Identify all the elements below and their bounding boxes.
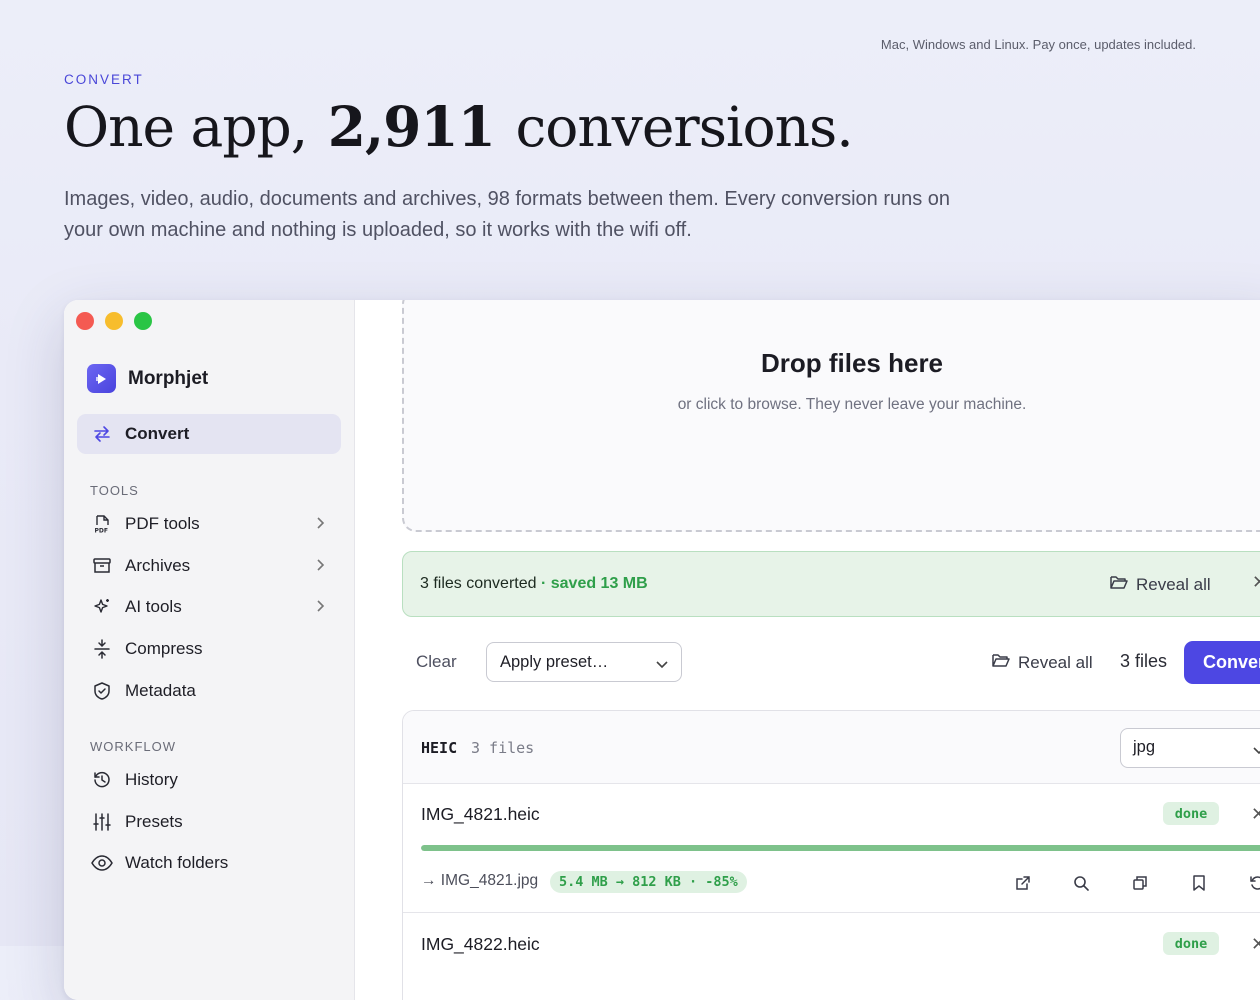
- target-format-select[interactable]: jpg: [1120, 728, 1260, 768]
- banner-message: 3 files converted · saved 13 MB: [420, 575, 648, 593]
- sidebar-item-label: Compress: [125, 639, 203, 658]
- preset-select-label: Apply preset…: [500, 653, 609, 671]
- copy-icon[interactable]: [1130, 873, 1150, 893]
- headline-prefix: One app,: [64, 95, 308, 159]
- bookmark-icon[interactable]: [1189, 873, 1209, 893]
- sidebar-item-archives[interactable]: Archives: [77, 546, 341, 586]
- file-count: 3 files: [1120, 651, 1168, 671]
- tools-section-header: TOOLS: [90, 483, 139, 498]
- main-panel: Drop files here or click to browse. They…: [355, 300, 1260, 1000]
- sidebar-item-metadata[interactable]: Metadata: [77, 671, 341, 711]
- file-name: IMG_4821.heic: [421, 804, 540, 824]
- sidebar-item-history[interactable]: History: [77, 760, 341, 800]
- drop-zone-subtitle: or click to browse. They never leave you…: [677, 396, 1027, 413]
- folder-open-icon: [1110, 574, 1128, 595]
- banner-reveal-label: Reveal all: [1136, 574, 1211, 594]
- close-window-button[interactable]: [76, 312, 94, 330]
- workflow-section-header: WORKFLOW: [90, 739, 176, 754]
- row-divider: [403, 912, 1260, 913]
- pdf-icon: PDF: [91, 513, 113, 535]
- page-headline: One app, 2,911 conversions.: [64, 94, 854, 159]
- sidebar-item-label: Watch folders: [125, 853, 229, 872]
- convert-button[interactable]: Convert: [1184, 641, 1260, 684]
- banner-count-text: 3 files converted: [420, 575, 537, 592]
- group-file-count: 3 files: [471, 739, 535, 757]
- morphjet-logo-icon: [87, 364, 116, 393]
- sidebar-item-presets[interactable]: Presets: [77, 802, 341, 842]
- sidebar-item-label: AI tools: [125, 597, 182, 616]
- sidebar: Morphjet Convert TOOLS PDF PDF tools Arc…: [64, 300, 355, 1000]
- brand-name: Morphjet: [128, 367, 209, 389]
- chevron-right-icon: [313, 516, 327, 535]
- preset-select[interactable]: Apply preset…: [486, 642, 682, 682]
- window-controls: [76, 312, 152, 330]
- sidebar-item-label: Presets: [125, 812, 183, 831]
- sidebar-item-label: Convert: [125, 424, 190, 443]
- file-name: IMG_4822.heic: [421, 934, 540, 954]
- sidebar-item-label: History: [125, 770, 178, 789]
- reveal-all-button[interactable]: Reveal all: [992, 652, 1093, 673]
- status-badge: done: [1163, 932, 1219, 955]
- close-icon[interactable]: ✕: [1252, 572, 1260, 593]
- search-icon[interactable]: [1071, 873, 1091, 893]
- drop-zone-title: Drop files here: [760, 348, 944, 378]
- folder-open-icon: [992, 652, 1010, 673]
- undo-icon[interactable]: [1247, 873, 1260, 893]
- headline-suffix: conversions.: [515, 95, 853, 159]
- svg-text:PDF: PDF: [95, 528, 108, 535]
- chevron-down-icon: [656, 657, 668, 675]
- target-format-value: jpg: [1133, 738, 1156, 756]
- drop-zone[interactable]: Drop files here or click to browse. They…: [402, 300, 1260, 532]
- banner-saved-text: · saved 13 MB: [540, 575, 648, 592]
- sparkle-icon: [91, 596, 113, 618]
- brand: Morphjet: [87, 364, 208, 393]
- reveal-all-label: Reveal all: [1018, 652, 1093, 672]
- success-banner: 3 files converted · saved 13 MB Reveal a…: [402, 551, 1260, 617]
- remove-file-icon[interactable]: ✕: [1251, 934, 1260, 955]
- progress-bar-fill: [421, 845, 1260, 851]
- convert-arrows-icon: [91, 423, 113, 445]
- sidebar-item-convert[interactable]: Convert: [77, 414, 341, 454]
- chevron-right-icon: [313, 558, 327, 577]
- headline-number: 2,911: [327, 94, 496, 159]
- sidebar-item-watch-folders[interactable]: Watch folders: [77, 843, 341, 883]
- format-group-heic: HEIC 3 files jpg IMG_4821.heic done ✕ → …: [402, 710, 1260, 1000]
- progress-bar: [421, 845, 1260, 851]
- chevron-right-icon: [313, 599, 327, 618]
- lead-paragraph: Images, video, audio, documents and arch…: [64, 188, 951, 241]
- history-icon: [91, 769, 113, 791]
- shield-check-icon: [91, 680, 113, 702]
- sidebar-item-label: PDF tools: [125, 514, 200, 533]
- zoom-window-button[interactable]: [134, 312, 152, 330]
- clear-button[interactable]: Clear: [416, 652, 457, 672]
- output-file-name: → IMG_4821.jpg: [421, 872, 539, 889]
- platform-note: Mac, Windows and Linux. Pay once, update…: [880, 37, 1196, 52]
- minimize-window-button[interactable]: [105, 312, 123, 330]
- archive-box-icon: [91, 555, 113, 577]
- sidebar-item-label: Metadata: [125, 681, 196, 700]
- compress-icon: [91, 638, 113, 660]
- open-external-icon[interactable]: [1013, 873, 1033, 893]
- status-badge: done: [1163, 802, 1219, 825]
- app-window: Morphjet Convert TOOLS PDF PDF tools Arc…: [64, 300, 1260, 1000]
- eye-icon: [91, 852, 113, 874]
- chevron-down-icon: [1253, 743, 1260, 761]
- section-eyebrow: CONVERT: [64, 72, 144, 87]
- group-header: HEIC 3 files jpg: [403, 711, 1260, 784]
- sidebar-item-pdf-tools[interactable]: PDF PDF tools: [77, 504, 341, 544]
- sidebar-item-label: Archives: [125, 556, 191, 575]
- remove-file-icon[interactable]: ✕: [1251, 804, 1260, 825]
- toolbar: Clear Apply preset… Reveal all 3 files C…: [402, 641, 1260, 684]
- sidebar-item-compress[interactable]: Compress: [77, 629, 341, 669]
- sliders-icon: [91, 811, 113, 833]
- group-format: HEIC: [421, 739, 458, 757]
- size-savings-badge: 5.4 MB → 812 KB · -85%: [550, 871, 747, 893]
- sidebar-item-ai-tools[interactable]: AI tools: [77, 587, 341, 627]
- banner-reveal-all-button[interactable]: Reveal all: [1110, 574, 1211, 595]
